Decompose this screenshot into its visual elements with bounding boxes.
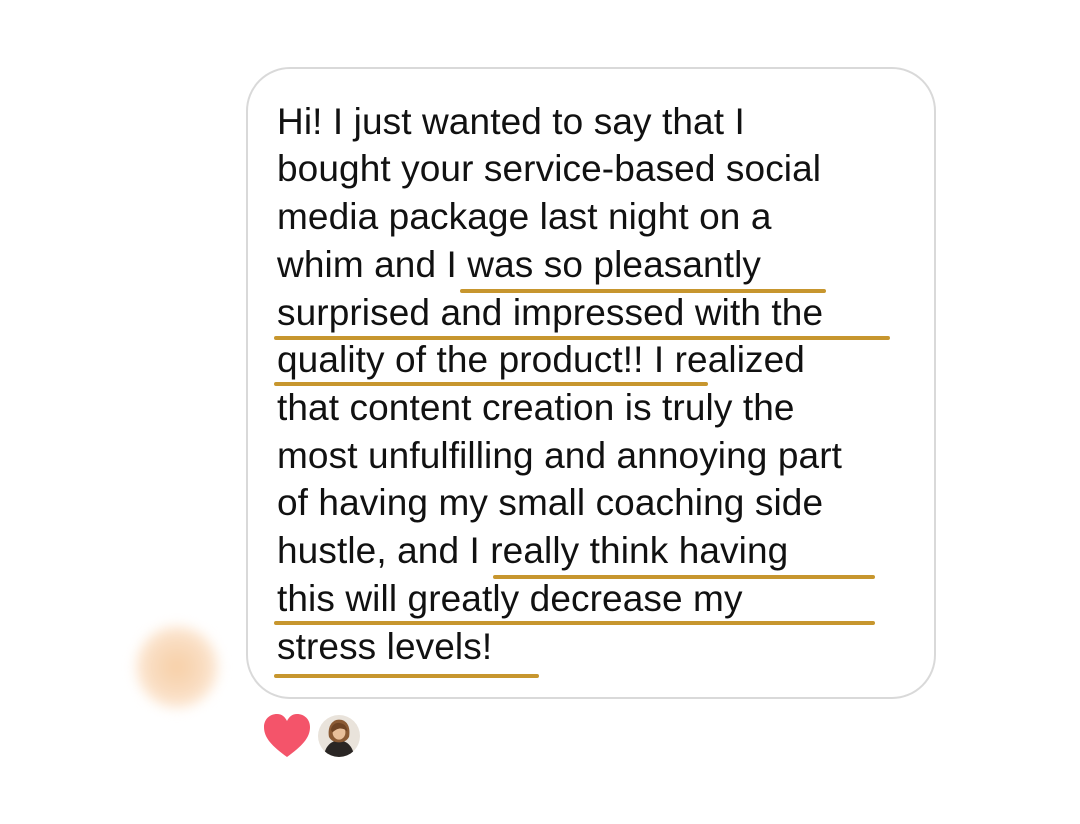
message-line: surprised and impressed with the xyxy=(277,292,824,333)
sender-avatar[interactable] xyxy=(136,626,218,708)
highlight-underline xyxy=(460,289,826,293)
message-line: most unfulfilling and annoying part xyxy=(277,435,843,476)
message-line: quality of the product!! I realized xyxy=(277,339,805,380)
message-line: that content creation is truly the xyxy=(277,387,795,428)
message-line: hustle, and I really think having xyxy=(277,530,789,571)
highlight-underline xyxy=(274,382,708,386)
highlight-underline xyxy=(274,674,539,678)
reactor-avatar[interactable] xyxy=(316,713,362,759)
message-line: this will greatly decrease my xyxy=(277,578,743,619)
message-line: Hi! I just wanted to say that I xyxy=(277,101,745,142)
message-line: of having my small coaching side xyxy=(277,482,824,523)
message-line: media package last night on a xyxy=(277,196,772,237)
message-line: stress levels! xyxy=(277,626,493,667)
reactions-bar[interactable] xyxy=(262,712,362,760)
highlight-underline xyxy=(274,621,875,625)
message-line: whim and I was so pleasantly xyxy=(277,244,762,285)
heart-icon[interactable] xyxy=(262,713,312,759)
highlight-underline xyxy=(493,575,875,579)
message-line: bought your service-based social xyxy=(277,148,822,189)
highlight-underline xyxy=(274,336,890,340)
conversation-view: Hi! I just wanted to say that I bought y… xyxy=(0,0,1080,824)
